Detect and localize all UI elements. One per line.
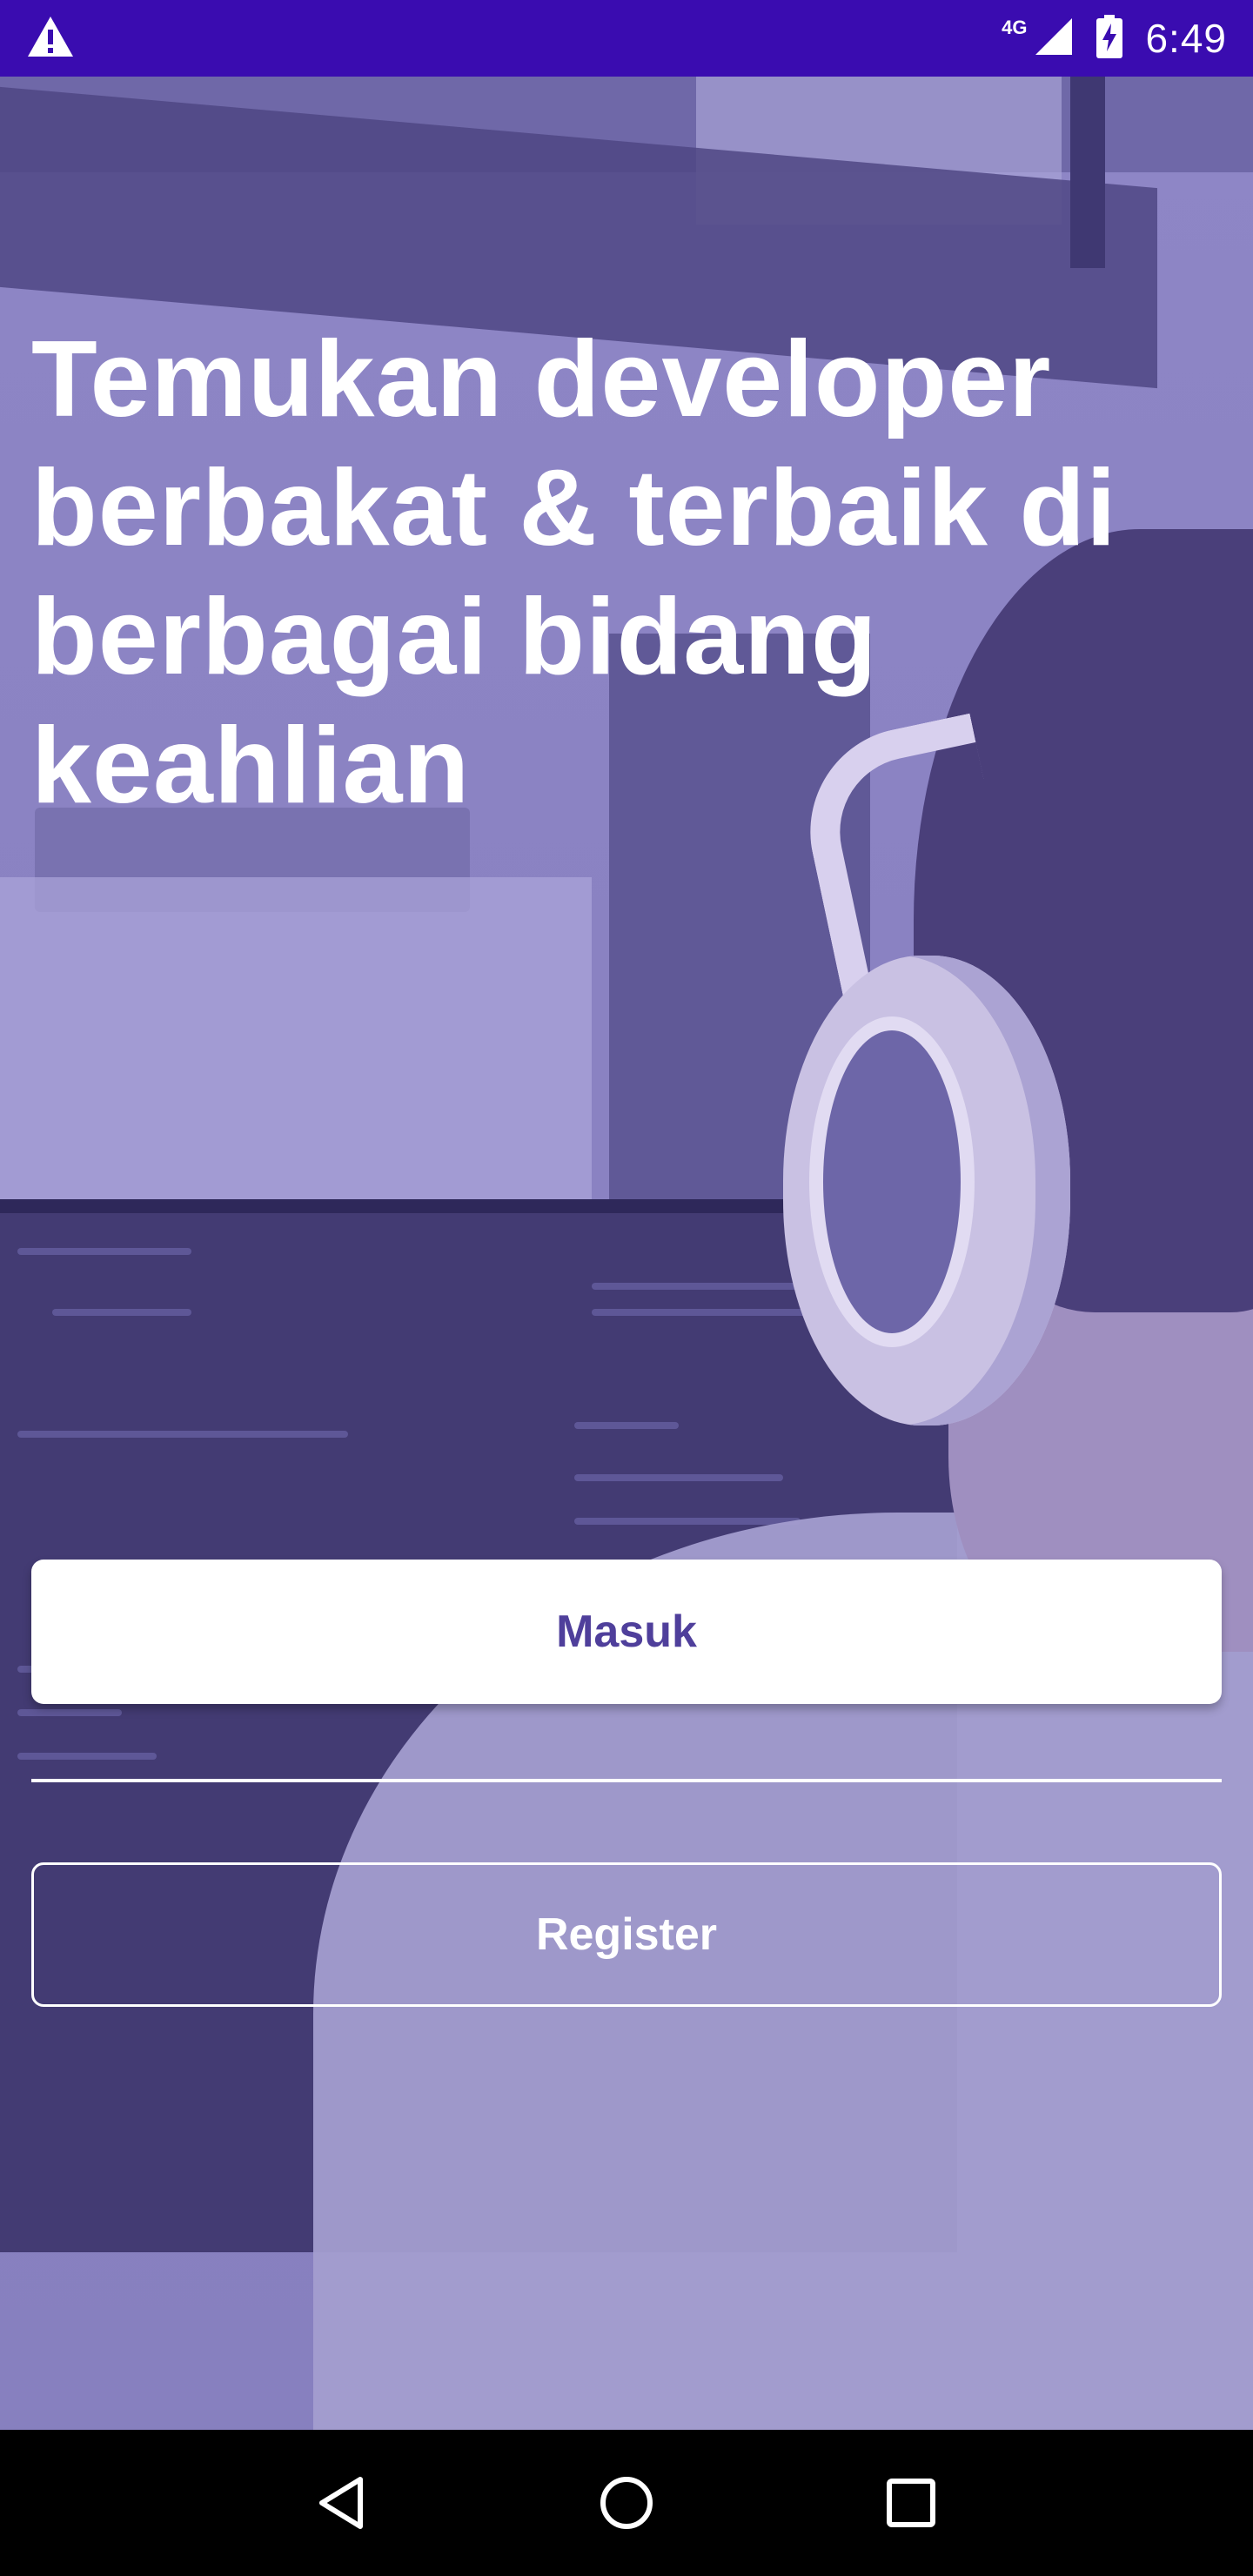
battery-charging-icon [1096, 14, 1123, 63]
screen: 4G 6:49 Temukan developer berbakat & ter… [0, 0, 1253, 2576]
clock: 6:49 [1145, 16, 1227, 61]
back-icon[interactable] [298, 2459, 385, 2546]
recents-icon[interactable] [868, 2459, 955, 2546]
home-icon[interactable] [583, 2459, 670, 2546]
login-button[interactable]: Masuk [31, 1560, 1222, 1704]
divider [31, 1779, 1222, 1782]
signal-icon [1034, 17, 1074, 61]
warning-icon [26, 15, 75, 63]
status-bar: 4G 6:49 [0, 0, 1253, 77]
hero-headline: Temukan developer berbakat & terbaik di … [31, 319, 1117, 826]
register-button[interactable]: Register [31, 1862, 1222, 2007]
navigation-bar [0, 2430, 1253, 2576]
network-type: 4G [1002, 17, 1028, 38]
